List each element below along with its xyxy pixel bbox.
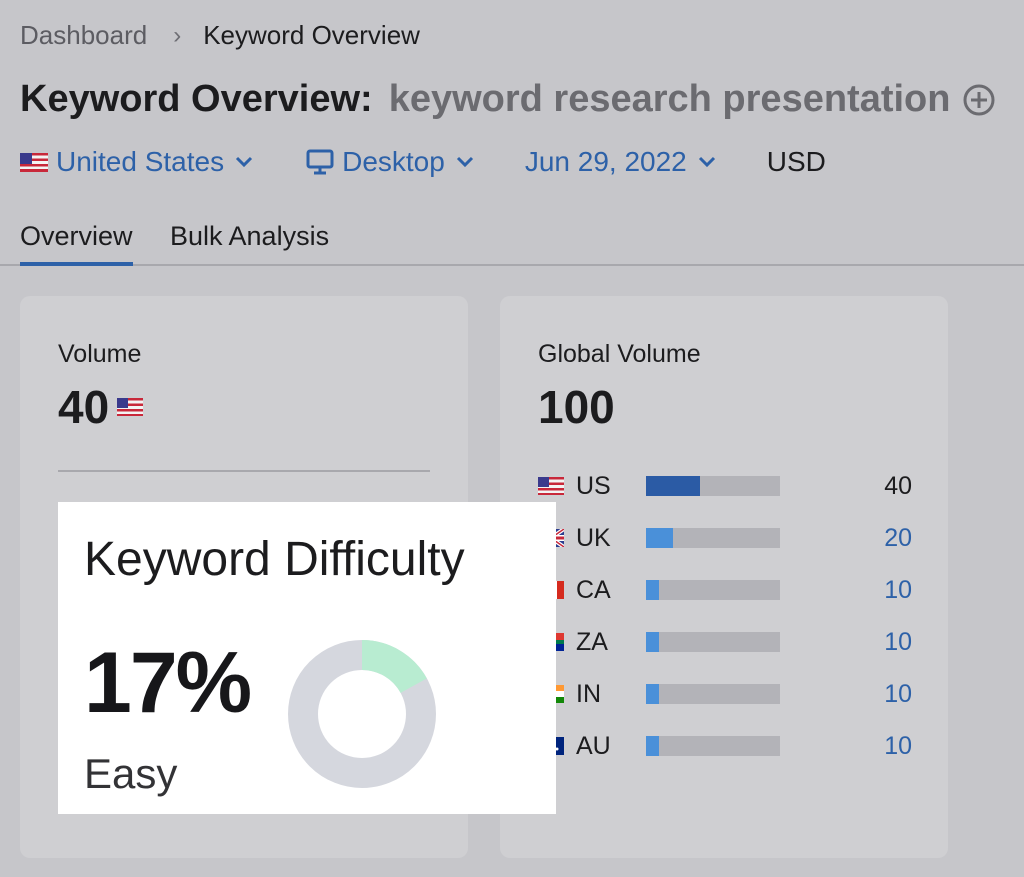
volume-share-fill: [646, 736, 660, 756]
global-volume-row: AU 10: [538, 720, 912, 772]
desktop-icon: [306, 149, 334, 175]
volume-value-wrap: 40: [58, 380, 144, 434]
volume-share-bar: [646, 684, 780, 704]
filter-bar: United States Desktop Jun 29, 2022 USD: [20, 142, 826, 182]
volume-share-bar: [646, 632, 780, 652]
country-volume-value[interactable]: 10: [852, 680, 912, 709]
country-code: IN: [576, 679, 601, 708]
chevron-down-icon: [236, 156, 253, 168]
country-volume-value[interactable]: 10: [852, 732, 912, 761]
global-volume-row: CA 10: [538, 564, 912, 616]
volume-share-fill: [646, 684, 660, 704]
country-volume-value[interactable]: 10: [852, 628, 912, 657]
tab-bar: Overview Bulk Analysis: [0, 215, 1024, 266]
page-title-prefix: Keyword Overview:: [20, 78, 373, 120]
country-volume-value[interactable]: 10: [852, 576, 912, 605]
breadcrumb-current: Keyword Overview: [203, 20, 420, 50]
device-select-label: Desktop: [342, 146, 445, 177]
country-code: ZA: [576, 627, 608, 656]
divider: [58, 470, 430, 472]
device-select[interactable]: Desktop: [306, 146, 475, 178]
country-code: CA: [576, 575, 611, 604]
volume-label: Volume: [58, 340, 142, 368]
kd-donut-chart: [288, 640, 436, 788]
country-volume-value: 40: [884, 471, 912, 500]
chevron-right-icon: ›: [173, 21, 182, 49]
page-title: Keyword Overview: keyword research prese…: [20, 78, 996, 121]
breadcrumb-dashboard-link[interactable]: Dashboard: [20, 20, 147, 51]
tab-bulk-analysis[interactable]: Bulk Analysis: [170, 221, 329, 262]
global-volume-card: Global Volume 100 US 40 UK 20 CA 10 ZA 10 IN 10 AU…: [500, 296, 948, 858]
global-volume-row: ZA 10: [538, 616, 912, 668]
global-volume-list: US 40 UK 20 CA 10 ZA 10 IN 10 AU 10: [538, 460, 912, 772]
currency-label: USD: [766, 146, 826, 177]
volume-share-bar: [646, 528, 780, 548]
date-select[interactable]: Jun 29, 2022: [525, 146, 717, 178]
volume-share-fill: [646, 528, 673, 548]
country-code: UK: [576, 523, 611, 552]
date-select-label: Jun 29, 2022: [524, 146, 687, 177]
kd-value: 17%: [84, 635, 252, 731]
country-volume-value[interactable]: 20: [852, 524, 912, 553]
global-volume-value: 100: [538, 381, 615, 433]
kd-level: Easy: [84, 750, 178, 797]
volume-share-fill: [646, 580, 660, 600]
global-volume-row: US 40: [538, 460, 912, 512]
tab-overview[interactable]: Overview: [20, 221, 133, 266]
volume-share-bar: [646, 580, 780, 600]
breadcrumb: Dashboard › Keyword Overview: [20, 20, 420, 51]
page-title-keyword: keyword research presentation: [388, 78, 951, 120]
volume-share-fill: [646, 476, 700, 496]
global-volume-label: Global Volume: [538, 340, 701, 368]
us-flag-icon: [20, 152, 48, 172]
country-code: US: [576, 471, 611, 500]
keyword-difficulty-panel: Keyword Difficulty 17% Easy: [58, 502, 556, 814]
volume-share-bar: [646, 736, 780, 756]
volume-value: 40: [58, 381, 110, 433]
global-volume-row: IN 10: [538, 668, 912, 720]
add-keyword-icon[interactable]: [962, 83, 996, 117]
us-flag-icon: [117, 398, 144, 416]
global-volume-row: UK 20: [538, 512, 912, 564]
country-select-label: United States: [56, 146, 225, 177]
us-flag-icon: [538, 477, 564, 495]
kd-title: Keyword Difficulty: [84, 533, 465, 586]
country-select[interactable]: United States: [20, 146, 254, 178]
chevron-down-icon: [456, 156, 473, 168]
country-code: AU: [576, 731, 611, 760]
chevron-down-icon: [698, 156, 715, 168]
volume-share-bar: [646, 476, 780, 496]
volume-share-fill: [646, 632, 660, 652]
